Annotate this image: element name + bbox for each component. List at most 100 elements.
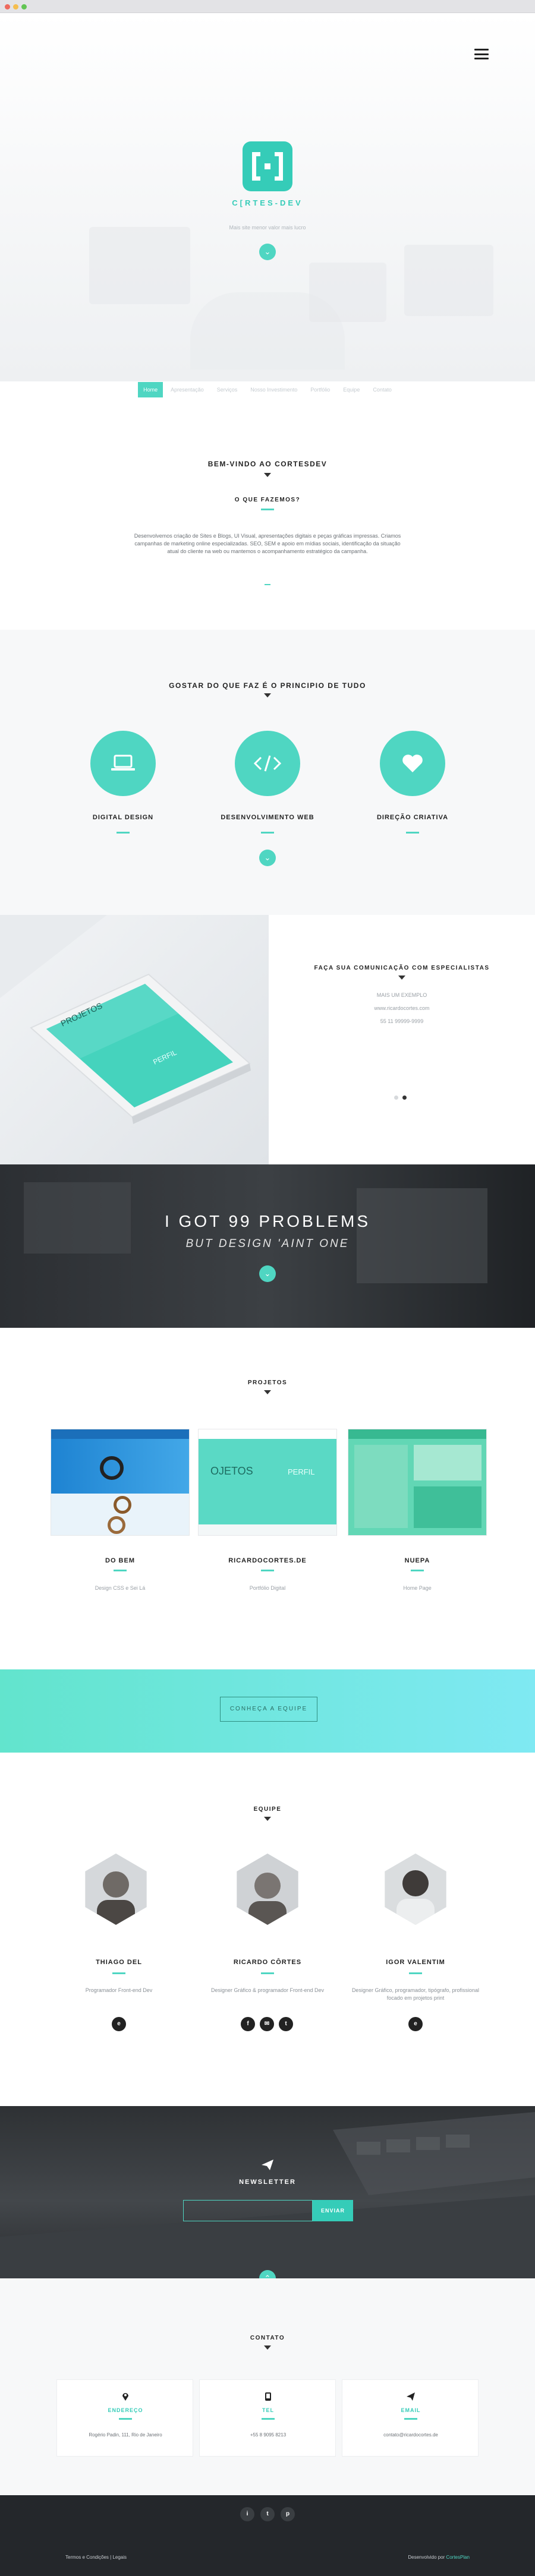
thumb-text: OJETOS — [210, 1465, 253, 1477]
phone-icon — [265, 2392, 271, 2401]
projects-title: PROJETOS — [247, 1379, 288, 1386]
divider-line — [261, 1972, 274, 1974]
minimize-window-icon[interactable] — [13, 4, 18, 10]
chevron-up-icon: ⌃ — [264, 2274, 271, 2278]
problems-title: I GOT 99 PROBLEMS — [164, 1212, 371, 1230]
contact-card-text: Rogério Padin, 111, Rio de Janeiro — [89, 2432, 162, 2438]
newsletter-submit-button[interactable]: ENVIAR — [313, 2200, 353, 2221]
project-name[interactable]: NUEPA — [348, 1557, 487, 1564]
services-title: GOSTAR DO QUE FAZ É O PRINCIPIO DE TUDO — [169, 681, 366, 690]
project-name[interactable]: RICARDOCORTES.DE — [198, 1557, 337, 1564]
thumb-footer — [199, 1524, 336, 1535]
email-social-icon[interactable]: ✉ — [260, 2017, 274, 2031]
project-name[interactable]: DO BEM — [51, 1557, 190, 1564]
avatar — [85, 1854, 147, 1925]
thumb-panel — [414, 1445, 482, 1480]
contact-card-text[interactable]: contato@ricardocortes.de — [342, 2432, 479, 2438]
footer-credits-prefix: Desenvolvido por — [408, 2555, 445, 2560]
hero-section: C[RTES-DEV Mais site menor valor mais lu… — [0, 13, 535, 381]
member-role: Designer Gráfico & programador Front-end… — [210, 1987, 325, 1993]
scroll-down-button[interactable]: ⌄ — [259, 850, 276, 866]
divider-line — [117, 832, 130, 834]
chevron-down-icon: ⌄ — [264, 853, 271, 862]
paper-plane-icon — [262, 2160, 273, 2170]
specialist-link[interactable]: www.ricardocortes.com — [269, 1005, 535, 1011]
nav-item-home[interactable]: Home — [138, 382, 163, 397]
footer-legal-link[interactable]: Termos e Condições | Legais — [65, 2555, 127, 2560]
project-subtitle: Design CSS e Sei Lá — [95, 1585, 146, 1591]
service-circle — [90, 731, 156, 796]
contact-card-email: EMAIL contato@ricardocortes.de — [342, 2379, 479, 2457]
member-name: IGOR VALENTIM — [386, 1959, 445, 1966]
project-card[interactable] — [51, 1429, 190, 1536]
twitter-icon[interactable]: t — [279, 2017, 293, 2031]
welcome-text: Desenvolvemos criação de Sites e Blogs, … — [134, 533, 401, 554]
keyboard-background — [0, 2112, 535, 2278]
contact-card-title: ENDEREÇO — [108, 2407, 143, 2413]
nav-item-apresentacao[interactable]: Apresentação — [165, 382, 209, 397]
close-window-icon[interactable] — [5, 4, 10, 10]
contact-card-phone: TEL +55 8 9095 8213 — [199, 2379, 336, 2457]
hamburger-menu-icon[interactable] — [474, 49, 489, 59]
divider-line — [261, 832, 274, 834]
hero-tagline: Mais site menor valor mais lucro — [229, 225, 306, 231]
scroll-down-button[interactable]: ⌄ — [259, 244, 276, 260]
main-nav: Home Apresentação Serviços Nosso Investi… — [0, 382, 535, 400]
contact-section: CONTATO ENDEREÇO Rogério Padin, 111, Rio… — [0, 2278, 535, 2495]
phone-illustration: PROJETOS PERFIL — [0, 915, 251, 1124]
specialists-title: FAÇA SUA COMUNICAÇÃO COM ESPECIALISTAS — [314, 965, 490, 971]
map-pin-icon — [122, 2393, 128, 2401]
footer-credits: Desenvolvido por CortesPlan — [408, 2555, 470, 2560]
divider-line — [261, 509, 274, 510]
divider-line — [404, 2418, 417, 2420]
thumb-text: PERFIL — [288, 1467, 315, 1476]
team-cta-section: CONHEÇA A EQUIPE — [0, 1669, 535, 1753]
project-card[interactable] — [348, 1429, 487, 1536]
nav-item-portfolio[interactable]: Portfólio — [305, 382, 335, 397]
newsletter-email-input[interactable] — [183, 2200, 313, 2221]
instagram-icon[interactable]: i — [240, 2507, 254, 2521]
send-icon — [407, 2392, 415, 2401]
contact-card-title: TEL — [262, 2407, 274, 2413]
project-card[interactable]: OJETOS PERFIL — [198, 1429, 337, 1536]
meet-team-button[interactable]: CONHEÇA A EQUIPE — [220, 1697, 317, 1722]
scroll-down-button[interactable]: ⌄ — [259, 1265, 276, 1282]
member-name: RICARDO CÔRTES — [233, 1959, 302, 1966]
divider-line — [406, 832, 419, 834]
newsletter-section: NEWSLETTER ENVIAR ⌃ — [0, 2106, 535, 2278]
problems-subtitle: BUT DESIGN 'AINT ONE — [185, 1238, 350, 1250]
triangle-down-icon — [264, 2345, 271, 2350]
specialist-link[interactable]: 55 11 99999-9999 — [269, 1018, 535, 1024]
specialist-link[interactable]: MAIS UM EXEMPLO — [269, 992, 535, 998]
background-person-shape — [190, 292, 345, 370]
slider-dot-active[interactable] — [402, 1096, 407, 1100]
brand-name: C[RTES-DEV — [232, 198, 303, 207]
triangle-down-icon — [264, 1390, 271, 1394]
footer-credits-link[interactable]: CortesPlan — [446, 2555, 470, 2560]
services-section: GOSTAR DO QUE FAZ É O PRINCIPIO DE TUDO … — [0, 630, 535, 915]
facebook-icon[interactable]: f — [241, 2017, 255, 2031]
nav-item-servicos[interactable]: Serviços — [212, 382, 243, 397]
slider-dot[interactable] — [394, 1096, 398, 1100]
nav-item-equipe[interactable]: Equipe — [338, 382, 365, 397]
service-label: DIGITAL DESIGN — [92, 814, 154, 821]
contact-card-address: ENDEREÇO Rogério Padin, 111, Rio de Jane… — [56, 2379, 193, 2457]
service-label: DESENVOLVIMENTO WEB — [221, 814, 314, 821]
contact-card-text[interactable]: +55 8 9095 8213 — [200, 2432, 336, 2438]
divider-line — [409, 1972, 422, 1974]
triangle-down-icon — [264, 693, 271, 697]
email-social-icon[interactable]: e — [408, 2017, 423, 2031]
divider-line — [114, 1570, 127, 1571]
email-social-icon[interactable]: e — [112, 2017, 126, 2031]
thumb-header — [199, 1429, 336, 1439]
nav-item-investimento[interactable]: Nosso Investimento — [245, 382, 303, 397]
pinterest-icon[interactable]: p — [281, 2507, 295, 2521]
divider-line — [411, 1570, 424, 1571]
thumb-watch-image — [114, 1496, 131, 1514]
laptop-icon — [111, 755, 135, 771]
member-role: Programador Front-end Dev — [85, 1987, 153, 1993]
thumb-header — [51, 1429, 189, 1439]
twitter-icon[interactable]: t — [260, 2507, 275, 2521]
maximize-window-icon[interactable] — [21, 4, 27, 10]
nav-item-contato[interactable]: Contato — [367, 382, 397, 397]
